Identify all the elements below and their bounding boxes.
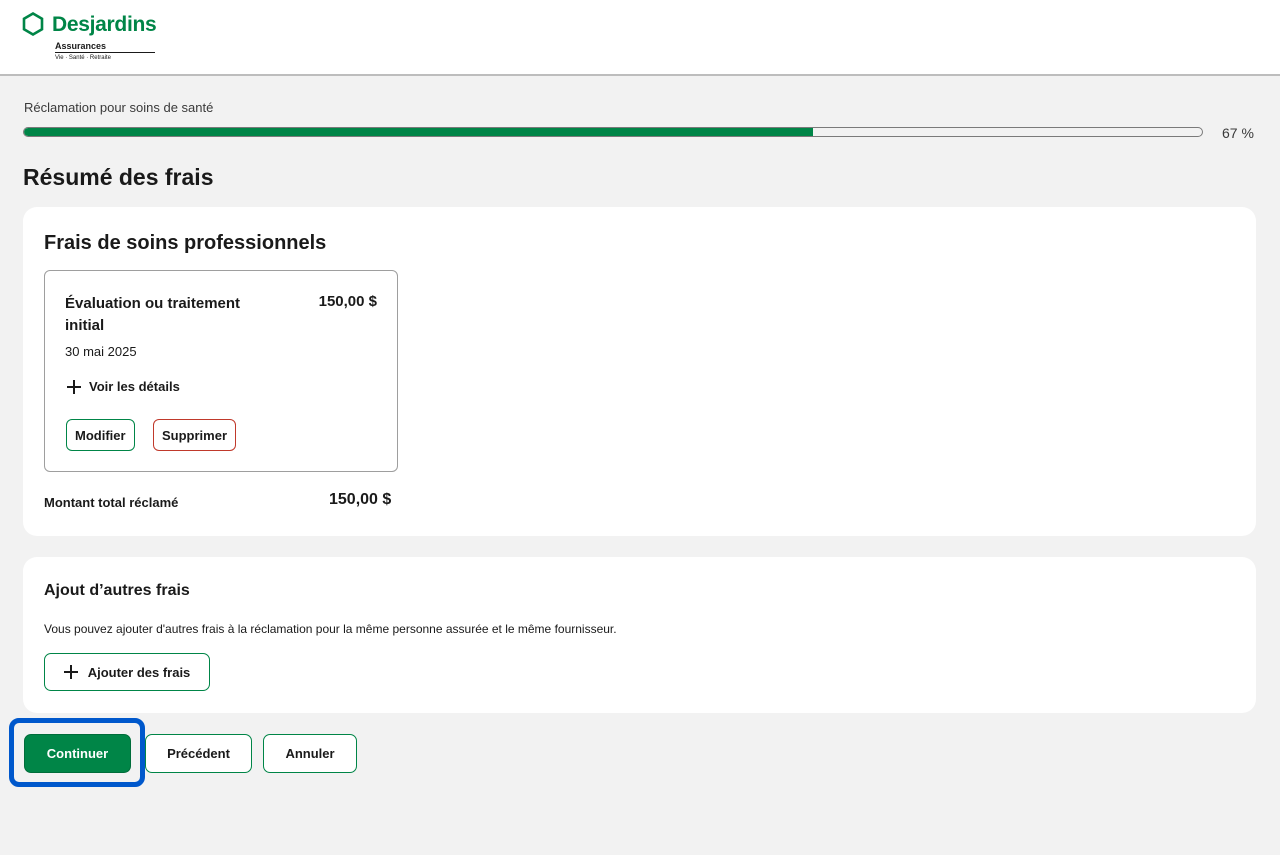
hexagon-logo-icon — [22, 12, 44, 36]
additional-fees-title: Ajout d’autres frais — [44, 582, 190, 599]
progress-bar-fill — [24, 128, 814, 136]
expense-date: 30 mai 2025 — [65, 344, 137, 359]
previous-button[interactable]: Précédent — [145, 734, 252, 773]
site-header: Desjardins Assurances Vie · Santé · Retr… — [0, 0, 1280, 76]
brand-tagline: Vie · Santé · Retraite — [55, 55, 111, 61]
additional-fees-text: Vous pouvez ajouter d'autres frais à la … — [44, 622, 617, 636]
modify-button[interactable]: Modifier — [66, 419, 135, 451]
professional-fees-title: Frais de soins professionnels — [44, 232, 327, 254]
total-claimed-amount: 150,00 $ — [329, 491, 392, 508]
brand-subtitle: Assurances — [55, 41, 107, 51]
continue-button[interactable]: Continuer — [24, 734, 131, 773]
brand-name: Desjardins — [52, 13, 157, 36]
page-title: Résumé des frais — [23, 164, 214, 190]
add-fees-label: Ajouter des frais — [87, 664, 191, 680]
delete-button[interactable]: Supprimer — [153, 419, 237, 451]
progress-percent: 67 % — [1222, 125, 1254, 141]
logo-divider — [55, 52, 155, 53]
expense-item: Évaluation ou traitement initial 150,00 … — [44, 270, 398, 472]
total-claimed-label: Montant total réclamé — [44, 495, 179, 510]
expense-name: Évaluation ou traitement initial — [65, 295, 241, 334]
progress-title: Réclamation pour soins de santé — [24, 100, 214, 115]
desjardins-logo[interactable]: Desjardins Assurances Vie · Santé · Retr… — [22, 12, 162, 66]
plus-icon — [67, 379, 81, 394]
view-details-label: Voir les détails — [89, 379, 180, 394]
additional-fees-card: Ajout d’autres frais Vous pouvez ajouter… — [23, 557, 1256, 713]
progress-bar — [23, 127, 1203, 137]
plus-icon — [63, 665, 78, 679]
expense-amount: 150,00 $ — [318, 293, 377, 310]
view-details-link[interactable]: Voir les détails — [67, 379, 180, 394]
add-fees-button[interactable]: Ajouter des frais — [44, 653, 210, 691]
professional-fees-card: Frais de soins professionnels Évaluation… — [23, 207, 1256, 536]
cancel-button[interactable]: Annuler — [263, 734, 357, 773]
